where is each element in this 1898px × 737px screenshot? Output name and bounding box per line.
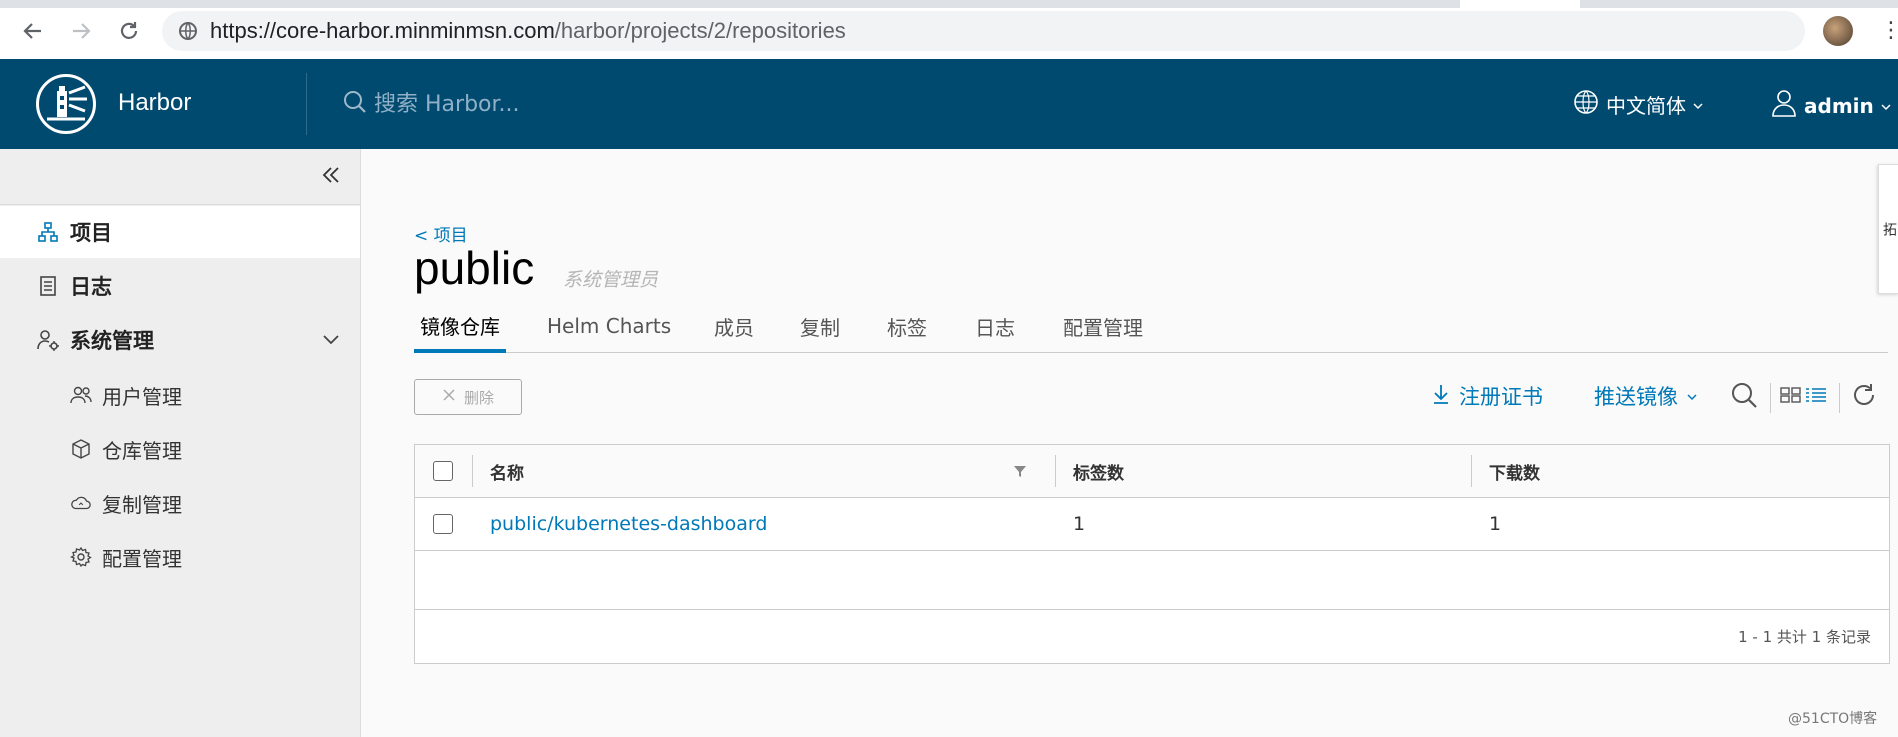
sidebar-sub-label: 用户管理 (102, 384, 182, 409)
tab-repositories[interactable]: 镜像仓库 (414, 302, 506, 353)
admin-icon (36, 328, 60, 352)
sidebar-item-admin[interactable]: 系统管理 (0, 314, 360, 366)
registry-certificate-link[interactable]: 注册证书 (1431, 381, 1543, 411)
refresh-icon[interactable] (1850, 381, 1878, 413)
tab-labels[interactable]: 标签 (887, 302, 927, 350)
sidebar-item-logs[interactable]: 日志 (0, 260, 360, 312)
globe-icon (1572, 88, 1600, 121)
users-icon (70, 384, 92, 406)
registry-icon (70, 438, 92, 460)
column-separator (472, 455, 473, 487)
chevron-down-icon (1880, 94, 1892, 118)
watermark: @51CTO博客 (1788, 711, 1878, 727)
sidebar: 项目 日志 系统管理 用户管理 仓库管理 复制管理 配置管理 (0, 149, 361, 737)
repository-toolbar: 删除 注册证书 推送镜像 (414, 379, 1888, 419)
url-path: /harbor/projects/2/repositories (554, 18, 846, 43)
toolbar-divider (1770, 383, 1771, 413)
project-tabs: 镜像仓库 Helm Charts 成员 复制 标签 日志 配置管理 (414, 302, 1888, 353)
sidebar-item-label: 日志 (70, 275, 112, 299)
card-view-icon[interactable] (1780, 387, 1802, 407)
pagination-summary: 1 - 1 共计 1 条记录 (1738, 628, 1871, 646)
language-label: 中文简体 (1606, 94, 1686, 118)
site-info-icon[interactable] (178, 21, 198, 41)
sidebar-divider (0, 204, 360, 205)
sidebar-item-users[interactable]: 用户管理 (0, 369, 360, 421)
log-icon (36, 274, 60, 298)
chevron-down-icon (1692, 93, 1704, 117)
collapse-sidebar-icon[interactable] (320, 163, 342, 193)
floating-side-tab[interactable]: 拓 (1878, 164, 1898, 294)
harbor-logo-icon[interactable] (36, 74, 96, 134)
sidebar-item-registries[interactable]: 仓库管理 (0, 423, 360, 475)
tab-members[interactable]: 成员 (714, 302, 754, 350)
search-icon (342, 89, 368, 119)
sidebar-item-config[interactable]: 配置管理 (0, 531, 360, 583)
list-view-icon[interactable] (1805, 387, 1827, 407)
url-text: https://core-harbor.minminmsn.com/harbor… (210, 18, 846, 44)
forward-arrow-icon[interactable] (66, 16, 96, 46)
table-header: 名称 标签数 下载数 (415, 445, 1889, 498)
browser-menu-icon[interactable]: ⋮ (1880, 18, 1898, 43)
role-label: 系统管理员 (563, 269, 659, 291)
tab-logs[interactable]: 日志 (975, 302, 1015, 350)
toolbar-divider (1839, 383, 1840, 413)
tab-replication[interactable]: 复制 (800, 302, 840, 350)
gear-icon (70, 546, 92, 568)
filter-icon[interactable] (1013, 445, 1027, 497)
global-search[interactable] (342, 89, 636, 119)
push-label: 推送镜像 (1594, 385, 1678, 409)
repository-name-link[interactable]: public/kubernetes-dashboard (490, 513, 767, 535)
sidebar-item-label: 项目 (70, 221, 112, 245)
column-header-tags[interactable]: 标签数 (1073, 445, 1124, 497)
username-label: admin (1804, 93, 1874, 118)
language-selector[interactable]: 中文简体 (1572, 88, 1704, 121)
cloud-icon (70, 492, 92, 514)
column-header-pulls[interactable]: 下载数 (1489, 445, 1540, 497)
main-content: < 项目 public 系统管理员 镜像仓库 Helm Charts 成员 复制… (361, 149, 1898, 737)
app-header: Harbor 中文简体 admin (0, 59, 1898, 149)
delete-label: 删除 (463, 388, 494, 407)
project-icon (36, 220, 60, 244)
tab-strip (0, 0, 1898, 8)
tab-helm-charts[interactable]: Helm Charts (547, 302, 671, 350)
user-icon (1770, 88, 1798, 123)
select-all-checkbox[interactable] (433, 445, 453, 497)
page-title: public (414, 242, 535, 294)
sidebar-item-projects[interactable]: 项目 (0, 206, 360, 258)
push-image-dropdown[interactable]: 推送镜像 (1594, 381, 1698, 411)
chevron-down-icon (1686, 384, 1698, 408)
close-icon (442, 388, 456, 406)
sidebar-sub-label: 仓库管理 (102, 438, 182, 463)
repositories-table: 名称 标签数 下载数 public/kubernetes-dashboard 1… (414, 444, 1890, 664)
column-separator (1055, 455, 1056, 487)
address-bar[interactable]: https://core-harbor.minminmsn.com/harbor… (162, 11, 1805, 51)
sidebar-sub-label: 配置管理 (102, 546, 182, 571)
user-menu[interactable]: admin (1770, 88, 1892, 123)
column-header-name[interactable]: 名称 (490, 445, 524, 497)
brand-name[interactable]: Harbor (118, 89, 191, 117)
row-checkbox[interactable] (433, 498, 453, 550)
tag-count: 1 (1073, 513, 1086, 535)
search-input[interactable] (372, 90, 636, 118)
search-icon[interactable] (1730, 381, 1758, 413)
reload-icon[interactable] (114, 16, 144, 46)
url-host: https://core-harbor.minminmsn.com (210, 18, 555, 43)
sidebar-item-label: 系统管理 (70, 329, 154, 353)
column-separator (1471, 455, 1472, 487)
header-divider (306, 73, 307, 135)
back-arrow-icon[interactable] (18, 16, 48, 46)
cert-label: 注册证书 (1459, 385, 1543, 409)
delete-button[interactable]: 删除 (414, 379, 522, 415)
download-icon (1431, 383, 1451, 410)
sidebar-sub-label: 复制管理 (102, 492, 182, 517)
pull-count: 1 (1489, 513, 1502, 535)
table-row: public/kubernetes-dashboard 1 1 (415, 498, 1889, 551)
sidebar-item-replication[interactable]: 复制管理 (0, 477, 360, 529)
browser-chrome: https://core-harbor.minminmsn.com/harbor… (0, 0, 1898, 60)
browser-profile-avatar[interactable] (1823, 16, 1853, 46)
chevron-down-icon[interactable] (322, 314, 340, 366)
table-footer: 1 - 1 共计 1 条记录 (415, 609, 1889, 664)
tab-configuration[interactable]: 配置管理 (1063, 302, 1143, 350)
